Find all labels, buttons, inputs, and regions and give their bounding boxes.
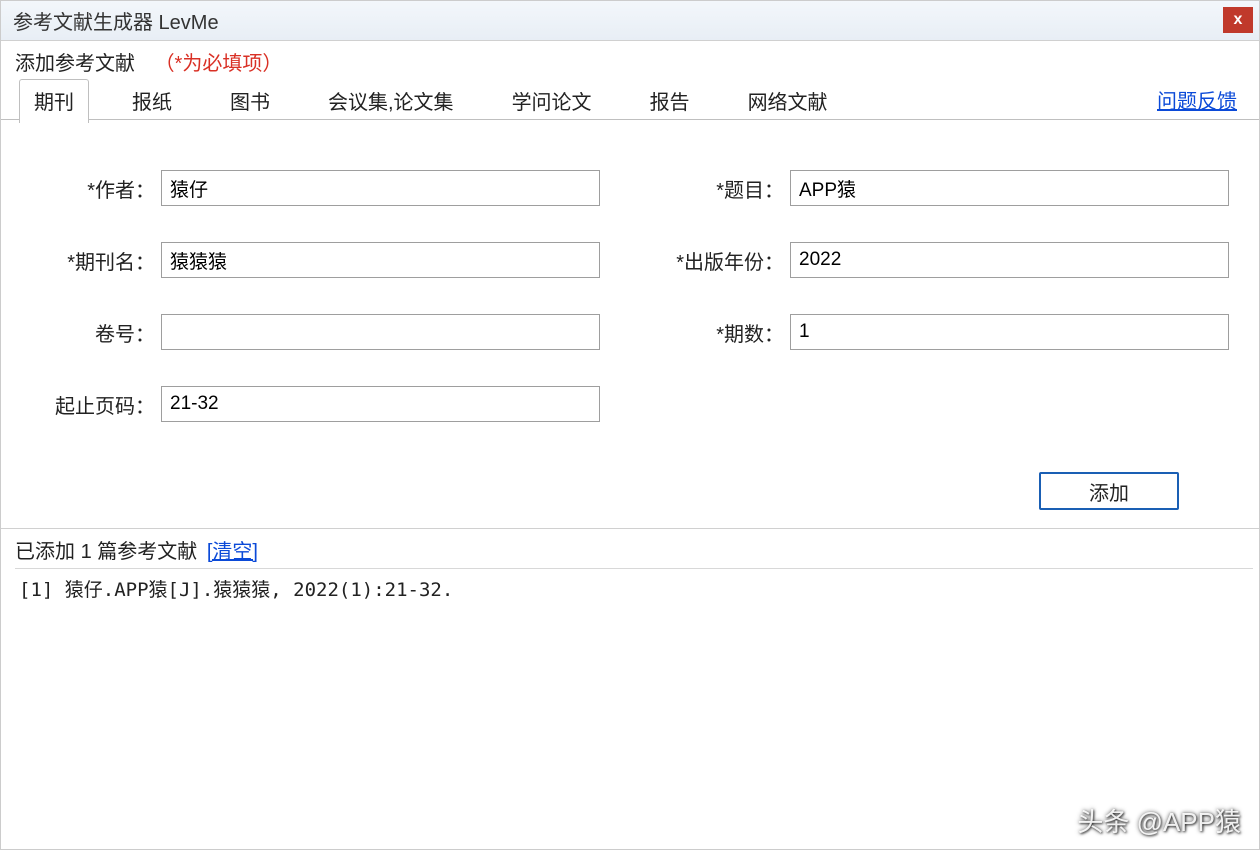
- added-prefix: 已添加: [15, 541, 75, 563]
- field-journal: *期刊名：: [31, 242, 600, 278]
- window-title: 参考文献生成器 LevMe: [13, 6, 219, 35]
- label-title: *题目：: [660, 174, 790, 203]
- label-pages: 起止页码：: [31, 390, 161, 419]
- added-suffix: 篇参考文献: [97, 541, 197, 563]
- label-issue: *期数：: [660, 318, 790, 347]
- input-volume[interactable]: [161, 314, 600, 350]
- clear-link[interactable]: [清空]: [207, 541, 258, 563]
- form-area: *作者： *题目： *期刊名： *出版年份： 卷号： *期数：: [1, 120, 1259, 442]
- close-icon: x: [1234, 11, 1243, 29]
- input-issue[interactable]: [790, 314, 1229, 350]
- add-row: 添加: [1, 442, 1259, 528]
- added-summary: 已添加 1 篇参考文献 [清空]: [1, 528, 1259, 568]
- input-journal[interactable]: [161, 242, 600, 278]
- added-count: 1: [81, 541, 92, 563]
- field-title: *题目：: [660, 170, 1229, 206]
- output-area[interactable]: [1] 猿仔.APP猿[J].猿猿猿, 2022(1):21-32.: [15, 568, 1253, 843]
- field-volume: 卷号：: [31, 314, 600, 350]
- output-line: [1] 猿仔.APP猿[J].猿猿猿, 2022(1):21-32.: [19, 575, 1229, 602]
- field-issue: *期数：: [660, 314, 1229, 350]
- titlebar: 参考文献生成器 LevMe x: [1, 1, 1259, 41]
- tab-newspaper[interactable]: 报纸: [117, 79, 187, 123]
- close-button[interactable]: x: [1223, 7, 1253, 33]
- tab-journal[interactable]: 期刊: [19, 79, 89, 123]
- tab-thesis[interactable]: 学问论文: [497, 79, 607, 123]
- add-button[interactable]: 添加: [1039, 472, 1179, 510]
- tabs: 期刊 报纸 图书 会议集,论文集 学问论文 报告 网络文献 问题反馈: [1, 80, 1259, 120]
- label-author: *作者：: [31, 174, 161, 203]
- field-year: *出版年份：: [660, 242, 1229, 278]
- tab-web[interactable]: 网络文献: [733, 79, 843, 123]
- input-year[interactable]: [790, 242, 1229, 278]
- required-hint: （*为必填项）: [155, 53, 283, 75]
- tab-proceedings[interactable]: 会议集,论文集: [313, 79, 469, 123]
- add-reference-title: 添加参考文献: [15, 53, 135, 75]
- section-header: 添加参考文献 （*为必填项）: [1, 41, 1259, 80]
- field-pages: 起止页码：: [31, 386, 600, 422]
- field-author: *作者：: [31, 170, 600, 206]
- tab-report[interactable]: 报告: [635, 79, 705, 123]
- label-volume: 卷号：: [31, 318, 161, 347]
- label-year: *出版年份：: [660, 246, 790, 275]
- input-author[interactable]: [161, 170, 600, 206]
- input-title[interactable]: [790, 170, 1229, 206]
- tab-book[interactable]: 图书: [215, 79, 285, 123]
- input-pages[interactable]: [161, 386, 600, 422]
- label-journal: *期刊名：: [31, 246, 161, 275]
- feedback-link[interactable]: 问题反馈: [1157, 85, 1241, 114]
